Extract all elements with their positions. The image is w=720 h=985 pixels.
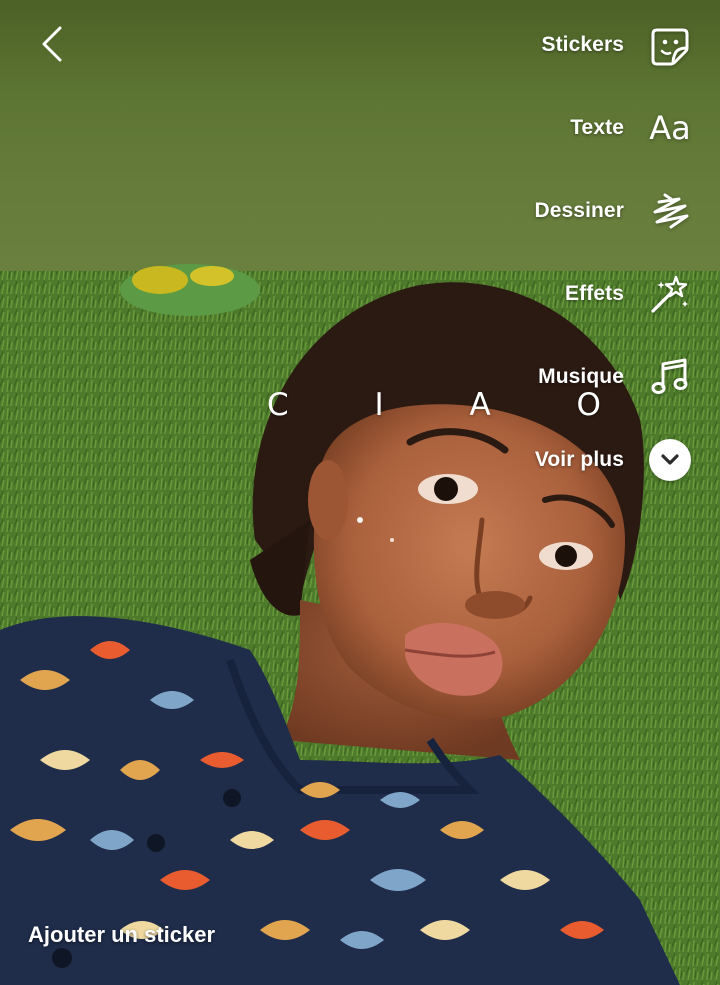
back-button[interactable] — [30, 22, 74, 66]
tool-draw-label: Dessiner — [534, 199, 624, 222]
tool-music-label: Musique — [538, 365, 624, 388]
canvas-text-overlay[interactable]: C I A O — [267, 387, 639, 423]
tool-stickers-label: Stickers — [541, 33, 624, 56]
tool-draw[interactable]: Dessiner — [534, 183, 692, 239]
text-aa-icon: Aa — [649, 109, 691, 147]
add-sticker-button[interactable]: Ajouter un sticker — [28, 922, 215, 948]
tool-text[interactable]: Texte Aa — [570, 100, 692, 156]
scribble-icon — [648, 189, 692, 233]
chevron-down-circle-icon — [648, 438, 692, 482]
tool-effects[interactable]: Effets — [565, 266, 692, 322]
chevron-down-icon — [661, 454, 679, 465]
tool-text-label: Texte — [570, 116, 624, 139]
magic-wand-icon — [648, 272, 692, 316]
sticker-icon — [648, 23, 692, 67]
chevron-left-icon — [42, 26, 62, 62]
tool-effects-label: Effets — [565, 282, 624, 305]
music-note-icon — [648, 355, 692, 399]
tool-stickers[interactable]: Stickers — [541, 17, 692, 73]
tool-more[interactable]: Voir plus — [535, 432, 692, 488]
tool-more-label: Voir plus — [534, 448, 624, 471]
